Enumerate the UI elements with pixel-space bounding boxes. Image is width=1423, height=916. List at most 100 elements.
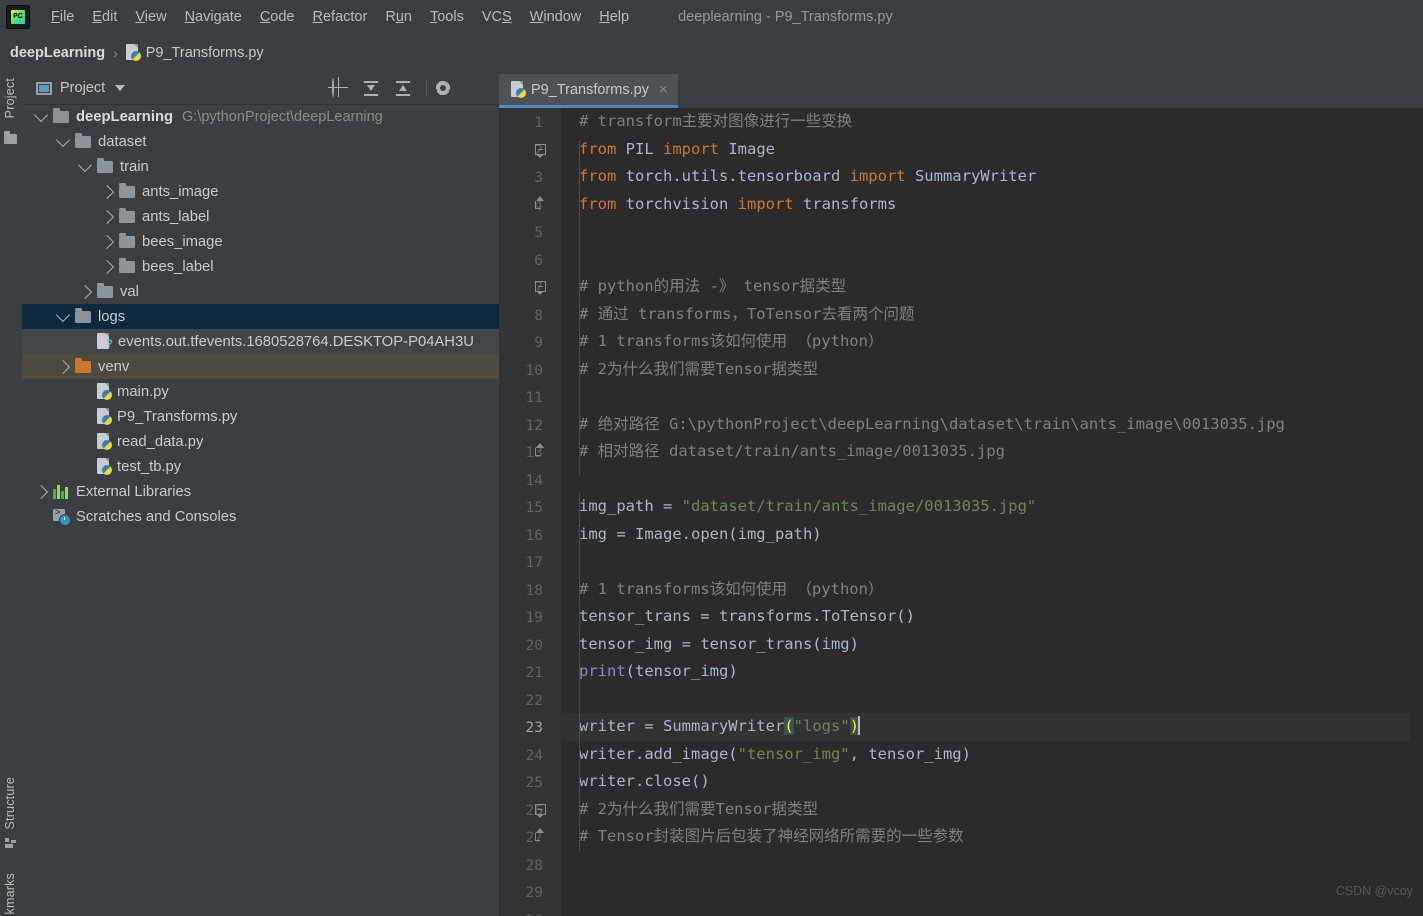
chevron-down-icon[interactable] bbox=[55, 307, 71, 322]
tree-item[interactable]: ants_label bbox=[22, 204, 499, 229]
code-line[interactable]: img = Image.open(img_path) bbox=[561, 521, 1423, 549]
code-line[interactable]: # 相对路径 dataset/train/ants_image/0013035.… bbox=[561, 438, 1423, 466]
code-line[interactable]: from torchvision import transforms bbox=[561, 191, 1423, 219]
code-line[interactable]: # 绝对路径 G:\pythonProject\deepLearning\dat… bbox=[561, 411, 1423, 439]
chevron-right-icon[interactable] bbox=[33, 484, 49, 499]
rail-button-project[interactable]: Project bbox=[3, 78, 17, 118]
code-line[interactable]: # 2为什么我们需要Tensor据类型 bbox=[561, 356, 1423, 384]
code-line[interactable]: # Tensor封装图片后包装了神经网络所需要的一些参数 bbox=[561, 823, 1423, 851]
chevron-down-icon[interactable] bbox=[77, 157, 93, 172]
chevron-right-icon[interactable] bbox=[99, 209, 115, 224]
code-line[interactable]: from torch.utils.tensorboard import Summ… bbox=[561, 163, 1423, 191]
fold-collapse-icon[interactable] bbox=[535, 281, 546, 295]
menu-item-window[interactable]: Window bbox=[521, 7, 591, 27]
breadcrumb-project[interactable]: deepLearning bbox=[10, 45, 105, 61]
code-line[interactable] bbox=[561, 906, 1423, 916]
chevron-right-icon[interactable] bbox=[55, 359, 71, 374]
code-line[interactable]: writer.add_image("tensor_img", tensor_im… bbox=[561, 741, 1423, 769]
menu-item-vcs[interactable]: VCS bbox=[473, 7, 521, 27]
code-line[interactable]: # 2为什么我们需要Tensor据类型 bbox=[561, 796, 1423, 824]
code-line[interactable]: from PIL import Image bbox=[561, 136, 1423, 164]
locate-icon[interactable] bbox=[330, 78, 348, 97]
code-line[interactable]: writer = SummaryWriter("logs") bbox=[561, 713, 1423, 741]
structure-icon bbox=[5, 838, 16, 848]
project-tree[interactable]: deepLearning G:\pythonProject\deepLearnin… bbox=[22, 104, 499, 916]
tree-item[interactable]: bees_image bbox=[22, 229, 499, 254]
chevron-right-icon[interactable] bbox=[99, 259, 115, 274]
code-line[interactable] bbox=[561, 686, 1423, 714]
code-text: PIL bbox=[616, 139, 663, 158]
fold-end-icon[interactable] bbox=[535, 828, 544, 841]
tree-item[interactable]: ? events.out.tfevents.1680528764.DESKTOP-… bbox=[22, 329, 499, 354]
tree-item[interactable]: train bbox=[22, 154, 499, 179]
code-line[interactable]: tensor_img = tensor_trans(img) bbox=[561, 631, 1423, 659]
rail-button-structure[interactable]: Structure bbox=[3, 777, 17, 830]
line-number-gutter[interactable]: 1 2 3 4 5 6 7 8 9 10 11 12 13 14 15 16 17 18 19 20 21 22 23 24 2… bbox=[499, 108, 561, 916]
chevron-down-icon[interactable] bbox=[115, 85, 126, 91]
fold-collapse-icon[interactable] bbox=[535, 803, 546, 818]
expand-all-icon[interactable] bbox=[362, 79, 380, 97]
tree-item[interactable]: main.py bbox=[22, 379, 499, 404]
tree-item[interactable]: External Libraries bbox=[22, 479, 499, 504]
close-icon[interactable]: × bbox=[659, 82, 668, 97]
collapse-all-icon[interactable] bbox=[394, 79, 412, 97]
editor-scrollbar[interactable] bbox=[1410, 144, 1423, 916]
code-line[interactable]: writer.close() bbox=[561, 768, 1423, 796]
code-line[interactable]: tensor_trans = transforms.ToTensor() bbox=[561, 603, 1423, 631]
fold-end-icon[interactable] bbox=[535, 195, 544, 209]
code-line[interactable] bbox=[561, 878, 1423, 906]
code-line[interactable]: # 1 transforms该如何使用 （python） bbox=[561, 328, 1423, 356]
fold-end-icon[interactable] bbox=[535, 443, 544, 456]
code-line[interactable] bbox=[561, 218, 1423, 246]
chevron-right-icon[interactable] bbox=[99, 184, 115, 199]
chevron-down-icon[interactable] bbox=[33, 107, 49, 122]
tree-item[interactable]: venv bbox=[22, 354, 499, 379]
code-editor[interactable]: 1 2 3 4 5 6 7 8 9 10 11 12 13 14 15 16 17 18 19 20 21 22 23 24 2… bbox=[499, 108, 1423, 916]
tree-item[interactable]: read_data.py bbox=[22, 429, 499, 454]
tree-item-label: read_data.py bbox=[117, 433, 204, 450]
rail-button-bookmarks[interactable]: kmarks bbox=[3, 873, 17, 914]
menu-item-tools[interactable]: Tools bbox=[421, 7, 473, 27]
menu-item-help[interactable]: Help bbox=[590, 7, 638, 27]
code-line[interactable] bbox=[561, 466, 1423, 494]
code-line[interactable]: # 通过 transforms，ToTensor去看两个问题 bbox=[561, 301, 1423, 329]
menu-item-edit[interactable]: Edit bbox=[83, 7, 126, 27]
menu-item-navigate[interactable]: Navigate bbox=[176, 7, 251, 27]
hide-panel-icon[interactable] bbox=[473, 79, 491, 97]
tree-item[interactable]: Scratches and Consoles bbox=[22, 504, 499, 529]
tree-item[interactable]: P9_Transforms.py bbox=[22, 404, 499, 429]
tree-item[interactable]: test_tb.py bbox=[22, 454, 499, 479]
code-line[interactable] bbox=[561, 246, 1423, 274]
code-line[interactable] bbox=[561, 548, 1423, 576]
menu-item-file[interactable]: File bbox=[42, 7, 83, 27]
code-text: transforms bbox=[793, 194, 897, 213]
code-line[interactable] bbox=[561, 851, 1423, 879]
tree-item[interactable]: val bbox=[22, 279, 499, 304]
code-text: writer.add_image( bbox=[579, 744, 738, 763]
code-line[interactable]: print(tensor_img) bbox=[561, 658, 1423, 686]
breadcrumb-file[interactable]: P9_Transforms.py bbox=[146, 45, 264, 61]
fold-collapse-icon[interactable] bbox=[535, 143, 546, 158]
tab-p9-transforms[interactable]: P9_Transforms.py × bbox=[499, 74, 678, 108]
menu-item-run[interactable]: Run bbox=[376, 7, 421, 27]
menu-item-refactor[interactable]: Refactor bbox=[304, 7, 377, 27]
chevron-down-icon[interactable] bbox=[55, 132, 71, 147]
chevron-right-icon[interactable] bbox=[77, 284, 93, 299]
tree-item[interactable]: logs bbox=[22, 304, 499, 329]
menu-item-code[interactable]: Code bbox=[251, 7, 304, 27]
tree-item[interactable]: ants_image bbox=[22, 179, 499, 204]
code-line[interactable] bbox=[561, 383, 1423, 411]
code-line[interactable]: # python的用法 -》 tensor据类型 bbox=[561, 273, 1423, 301]
code-content[interactable]: # transform主要对图像进行一些变换 from PIL import Im… bbox=[561, 108, 1423, 916]
chevron-right-icon[interactable] bbox=[99, 234, 115, 249]
code-line[interactable]: # transform主要对图像进行一些变换 bbox=[561, 108, 1423, 136]
code-line[interactable]: img_path = "dataset/train/ants_image/001… bbox=[561, 493, 1423, 521]
tree-item[interactable]: deepLearning G:\pythonProject\deepLearnin… bbox=[22, 104, 499, 129]
tree-item[interactable]: bees_label bbox=[22, 254, 499, 279]
project-panel-title-box[interactable]: Project bbox=[36, 80, 126, 96]
tree-item[interactable]: dataset bbox=[22, 129, 499, 154]
menu-item-view[interactable]: View bbox=[126, 7, 175, 27]
line-number: 12 bbox=[525, 417, 543, 434]
settings-gear-icon[interactable] bbox=[435, 79, 459, 97]
code-line[interactable]: # 1 transforms该如何使用 （python） bbox=[561, 576, 1423, 604]
